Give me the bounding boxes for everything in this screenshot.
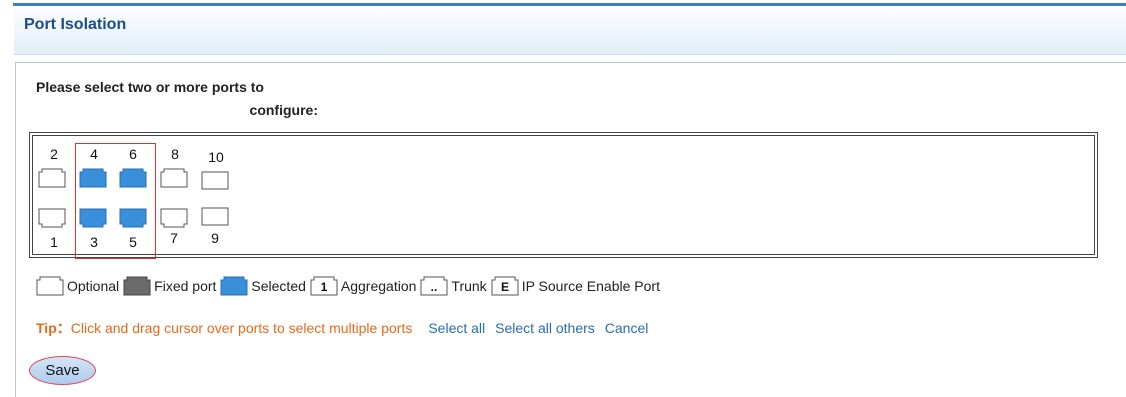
aggregation-glyph: 1 — [321, 280, 328, 294]
port-8[interactable] — [160, 168, 188, 188]
tip-text: Click and drag cursor over ports to sele… — [70, 320, 413, 336]
port-1[interactable] — [38, 208, 66, 228]
legend-trunk-label: Trunk — [451, 278, 487, 294]
legend-selected-label: Selected — [251, 278, 306, 294]
legend-fixed-label: Fixed port — [154, 278, 217, 294]
legend-ipsource-label: IP Source Enable Port — [521, 278, 660, 294]
port-2[interactable] — [38, 168, 66, 188]
ipsource-glyph: E — [501, 280, 509, 294]
instructions-line2: configure: — [249, 102, 318, 118]
page-title: Port Isolation — [24, 16, 127, 33]
instructions-line1: Please select two or more ports to — [36, 79, 264, 95]
port-label-7: 7 — [170, 230, 178, 246]
legend-trunk: .. Trunk — [420, 276, 487, 296]
legend-aggregation: 1 Aggregation — [310, 276, 417, 296]
port-7[interactable] — [160, 208, 188, 228]
tip-label: Tip： — [36, 320, 71, 336]
port-legend: Optional Fixed port Selected 1 Aggregati… — [36, 274, 664, 298]
port-10[interactable] — [201, 171, 229, 191]
port-label-2: 2 — [50, 146, 58, 162]
legend-ipsource: E IP Source Enable Port — [491, 276, 660, 296]
panel-header — [14, 8, 1126, 55]
port-panel — [29, 132, 1098, 258]
legend-aggregation-label: Aggregation — [340, 278, 417, 294]
save-button[interactable]: Save — [29, 356, 96, 385]
tip-line: Tip： Click and drag cursor over ports to… — [36, 318, 658, 338]
legend-fixed: Fixed port — [123, 276, 216, 296]
select-all-others-link[interactable]: Select all others — [495, 320, 595, 336]
selection-rectangle — [75, 143, 156, 259]
select-all-link[interactable]: Select all — [428, 320, 485, 336]
selected-port-icon — [220, 276, 248, 296]
port-label-10: 10 — [208, 149, 224, 165]
legend-optional-label: Optional — [67, 278, 120, 294]
port-9[interactable] — [201, 207, 229, 227]
optional-port-icon — [36, 276, 64, 296]
cancel-link[interactable]: Cancel — [605, 320, 649, 336]
port-label-8: 8 — [171, 146, 179, 162]
port-label-1: 1 — [50, 234, 58, 250]
aggregation-port-icon: 1 — [310, 276, 338, 296]
legend-selected: Selected — [220, 276, 306, 296]
fixed-port-icon — [123, 276, 151, 296]
ipsource-port-icon: E — [491, 276, 519, 296]
port-label-9: 9 — [211, 230, 219, 246]
instructions: Please select two or more ports to confi… — [36, 76, 318, 122]
top-accent-line — [13, 3, 1126, 6]
legend-optional: Optional — [36, 276, 119, 296]
trunk-glyph: .. — [431, 280, 438, 294]
trunk-port-icon: .. — [420, 276, 448, 296]
